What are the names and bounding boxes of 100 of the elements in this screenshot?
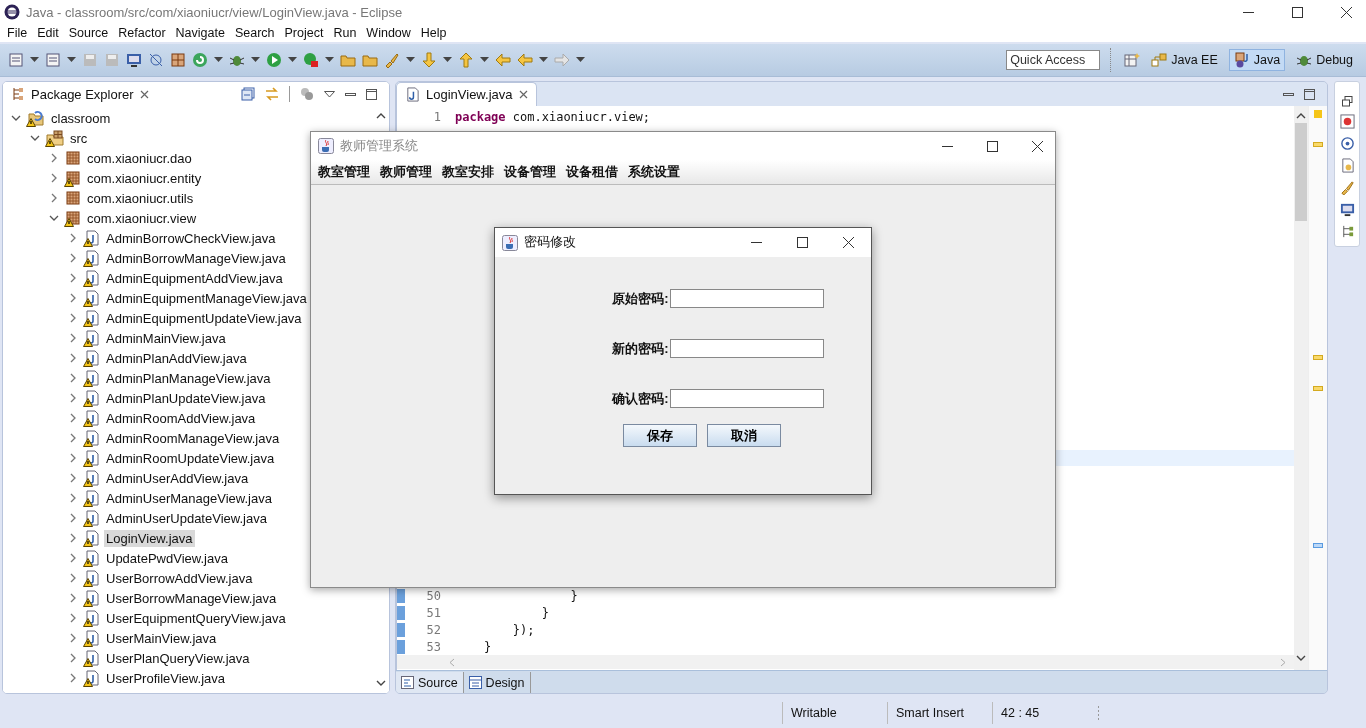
left-arrow-icon[interactable] [517, 52, 533, 68]
menu-item[interactable]: Refactor [113, 26, 171, 40]
tree-item[interactable]: UserBorrowAddView.java [104, 569, 255, 587]
caret-icon[interactable] [214, 57, 223, 63]
brush-icon[interactable] [1339, 180, 1355, 195]
run-icon[interactable] [266, 52, 282, 68]
tree-item[interactable]: AdminRoomAddView.java [104, 409, 258, 427]
refresh-icon[interactable] [192, 52, 208, 68]
tree-item[interactable]: com.xiaoniucr.view [85, 209, 199, 227]
tree-item[interactable]: AdminUserUpdateView.java [104, 509, 269, 527]
folder-icon[interactable] [362, 52, 378, 68]
tree-item[interactable]: AdminRoomUpdateView.java [104, 449, 277, 467]
caret-icon[interactable] [480, 57, 489, 63]
tree-item[interactable]: AdminMainView.java [104, 329, 228, 347]
tree-item[interactable]: AdminUserAddView.java [104, 469, 251, 487]
editor-tab[interactable]: LoginView.java [396, 82, 537, 107]
password-field[interactable] [669, 389, 824, 408]
quick-access-field[interactable]: Quick Access [1006, 50, 1101, 70]
tree-item[interactable]: com.xiaoniucr.utils [85, 189, 196, 207]
tree-item[interactable]: AdminEquipmentUpdateView.java [104, 309, 304, 327]
menu-item[interactable]: 教室管理 [313, 163, 375, 181]
menu-item[interactable]: 设备管理 [499, 163, 561, 181]
menu-item[interactable]: File [2, 26, 33, 40]
folder-icon[interactable] [340, 52, 356, 68]
scroll-down-icon[interactable] [1296, 655, 1306, 662]
caret-icon[interactable] [443, 57, 452, 63]
close-icon[interactable] [843, 237, 854, 248]
close-icon[interactable] [518, 90, 528, 99]
tree-item[interactable]: UserMainView.java [104, 629, 219, 647]
tree-item[interactable]: AdminBorrowManageView.java [104, 249, 288, 267]
menu-item[interactable]: Source [63, 26, 114, 40]
console-icon[interactable] [1339, 202, 1355, 217]
maximize-icon[interactable] [987, 140, 998, 152]
tree-item[interactable]: AdminPlanAddView.java [104, 349, 249, 367]
tree-item[interactable]: src [68, 129, 90, 147]
tree-item[interactable]: com.xiaoniucr.dao [85, 149, 194, 167]
close-icon[interactable] [139, 89, 149, 99]
menu-item[interactable]: Edit [32, 26, 64, 40]
caret-icon[interactable] [288, 57, 297, 63]
menu-item[interactable]: 教师管理 [375, 163, 437, 181]
menu-item[interactable]: Window [361, 26, 416, 40]
caret-icon[interactable] [576, 57, 585, 63]
menu-item[interactable]: Run [328, 26, 362, 40]
scroll-up-icon[interactable] [1296, 112, 1306, 119]
tree-item[interactable]: UserEquipmentQueryView.java [104, 609, 288, 627]
scrollbar[interactable] [1294, 106, 1308, 670]
password-field[interactable] [669, 339, 824, 358]
menu-item[interactable]: 设备租借 [561, 163, 623, 181]
close-icon[interactable] [1032, 140, 1043, 152]
collapse-all-icon[interactable] [241, 87, 255, 101]
restore-icon[interactable] [1341, 96, 1353, 107]
tree-item[interactable]: AdminPlanManageView.java [104, 369, 273, 387]
new-file-icon[interactable] [45, 52, 61, 68]
run-stop-icon[interactable] [303, 52, 319, 68]
open-perspective-icon[interactable] [1124, 52, 1141, 68]
view-menu-icon[interactable] [324, 90, 335, 98]
maximize-icon[interactable] [1292, 6, 1303, 18]
menu-item[interactable]: Search [229, 26, 280, 40]
menu-item[interactable]: 教室安排 [437, 163, 499, 181]
filter-icon[interactable] [300, 87, 314, 101]
tree-item[interactable]: AdminEquipmentManageView.java [104, 289, 309, 307]
perspective-button[interactable]: Java EE [1146, 49, 1223, 71]
tree-item[interactable]: AdminPlanUpdateView.java [104, 389, 268, 407]
at-sign-icon[interactable] [1339, 136, 1355, 151]
caret-icon[interactable] [325, 57, 334, 63]
password-field[interactable] [669, 289, 824, 308]
perspective-button[interactable]: Java [1228, 49, 1286, 71]
tree-item[interactable]: AdminRoomManageView.java [104, 429, 282, 447]
caret-icon[interactable] [67, 57, 76, 63]
menu-item[interactable]: 系统设置 [623, 163, 685, 181]
dialog-button[interactable]: 保存 [623, 424, 697, 447]
maximize-icon[interactable] [1304, 88, 1315, 100]
menu-item[interactable]: Help [415, 26, 452, 40]
tree-item[interactable]: UserPlanQueryView.java [104, 649, 252, 667]
menu-item[interactable]: Project [279, 26, 329, 40]
tree-item[interactable]: UpdatePwdView.java [104, 549, 230, 567]
back-icon[interactable] [495, 52, 511, 68]
tree-item[interactable]: AdminUserManageView.java [104, 489, 274, 507]
editor-mode-tab[interactable]: Design [463, 672, 531, 693]
tree-item[interactable]: UserProfileView.java [104, 669, 227, 687]
menu-item[interactable]: Navigate [170, 26, 230, 40]
problems-icon[interactable] [1339, 114, 1355, 129]
brush-icon[interactable] [384, 52, 400, 68]
dialog-button[interactable]: 取消 [707, 424, 781, 447]
tree-item[interactable]: LoginView.java [104, 529, 195, 547]
maximize-icon[interactable] [797, 237, 808, 248]
tree-item[interactable]: AdminEquipmentAddView.java [104, 269, 285, 287]
scroll-down-icon[interactable] [376, 680, 386, 687]
caret-icon[interactable] [539, 57, 548, 63]
tree-item[interactable]: com.xiaoniucr.entity [85, 169, 204, 187]
down-icon[interactable] [421, 52, 437, 68]
perspective-button[interactable]: Debug [1291, 49, 1358, 71]
link-icon[interactable] [265, 87, 279, 101]
caret-icon[interactable] [30, 57, 39, 63]
skip-icon[interactable] [148, 52, 164, 68]
maximize-icon[interactable] [366, 88, 377, 100]
caret-icon[interactable] [251, 57, 260, 63]
tree-item[interactable]: UserBorrowManageView.java [104, 589, 279, 607]
editor-mode-tab[interactable]: Source [396, 672, 464, 693]
scroll-thumb[interactable] [1295, 123, 1307, 221]
